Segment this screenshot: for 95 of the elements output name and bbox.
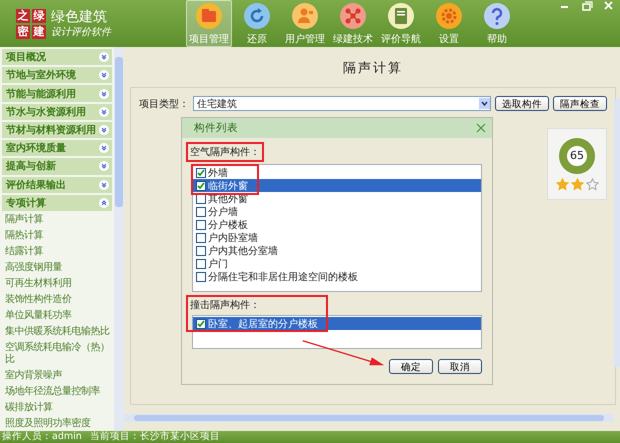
checkbox[interactable] bbox=[196, 168, 206, 178]
sidebar-item[interactable]: 集中供暖系统耗电输热比 bbox=[2, 324, 112, 339]
sidebar-item[interactable]: 可再生材料利用 bbox=[2, 276, 112, 291]
chevron-down-icon bbox=[99, 143, 109, 154]
sidebar-item[interactable]: 装饰性构件造价 bbox=[2, 292, 112, 307]
sidebar-group[interactable]: 节材与材料资源利用 bbox=[2, 122, 112, 138]
toolbar-button[interactable]: 项目管理 bbox=[186, 0, 232, 47]
folder-icon bbox=[195, 2, 223, 30]
network-icon bbox=[339, 2, 367, 30]
score-ring: 65 bbox=[559, 138, 595, 174]
highlight-box bbox=[191, 164, 259, 195]
checkbox[interactable] bbox=[196, 206, 206, 216]
page-title: 隔声计算 bbox=[342, 60, 404, 78]
checkbox[interactable] bbox=[196, 258, 206, 268]
item-label: 外墙 bbox=[208, 166, 228, 180]
item-label: 分户楼板 bbox=[208, 218, 248, 232]
chevron-down-icon bbox=[99, 52, 109, 62]
chevron-down-icon bbox=[99, 124, 109, 135]
book-icon bbox=[387, 2, 415, 30]
list-item[interactable]: 户内其他分室墙 bbox=[193, 244, 481, 257]
item-label: 分户墙 bbox=[208, 206, 238, 218]
scrollbar[interactable] bbox=[124, 414, 614, 422]
sidebar-group[interactable]: 提高与创新 bbox=[2, 158, 112, 175]
star-icon bbox=[586, 178, 598, 190]
sidebar-group[interactable]: 专项计算 bbox=[2, 194, 112, 211]
scrollbar[interactable] bbox=[614, 99, 620, 367]
checkbox[interactable] bbox=[196, 232, 206, 242]
checkbox[interactable] bbox=[196, 246, 206, 256]
sidebar-item[interactable]: 碳排放计算 bbox=[2, 400, 112, 415]
sidebar-group[interactable]: 评价结果输出 bbox=[2, 176, 112, 193]
list-item[interactable]: 分隔住宅和非居住用途空间的楼板 bbox=[193, 270, 481, 283]
help-icon bbox=[483, 2, 511, 30]
dialog-button[interactable]: 确定 bbox=[389, 359, 433, 374]
star-icon bbox=[556, 178, 568, 190]
list-item[interactable]: 临街外窗 bbox=[193, 179, 481, 192]
checkbox[interactable] bbox=[196, 220, 206, 230]
sidebar-item[interactable]: 室内背景噪声 bbox=[2, 368, 112, 383]
toolbar-button[interactable]: 用户管理 bbox=[282, 0, 328, 47]
item-label: 分隔住宅和非居住用途空间的楼板 bbox=[208, 270, 358, 284]
chevron-down-icon bbox=[99, 180, 109, 190]
user-icon bbox=[291, 2, 319, 30]
toolbar-button[interactable]: 还原 bbox=[234, 0, 280, 47]
sidebar-group[interactable]: 项目概况 bbox=[2, 49, 112, 66]
item-label: 户内其他分室墙 bbox=[208, 244, 278, 258]
sidebar-group[interactable]: 节水与水资源利用 bbox=[2, 104, 112, 120]
item-label: 临街外窗 bbox=[208, 180, 248, 192]
sidebar-item[interactable]: 场地年径流总量控制率 bbox=[2, 384, 112, 399]
sidebar-item[interactable]: 照度及照明功率密度 bbox=[2, 416, 112, 431]
field-label: 项目类型： bbox=[139, 98, 189, 110]
dialog-title: 构件列表 bbox=[194, 121, 238, 135]
app-subtitle: 设计评价软件 bbox=[51, 26, 111, 38]
toolbar-button[interactable]: 评价导航 bbox=[378, 0, 424, 47]
list-item[interactable]: 卧室、起居室的分户楼板 bbox=[193, 317, 481, 330]
item-label: 户内卧室墙 bbox=[208, 232, 258, 244]
toolbar-button[interactable]: 绿建技术 bbox=[330, 0, 376, 47]
sidebar-group[interactable]: 室内环境质量 bbox=[2, 140, 112, 156]
chevron-up-icon bbox=[99, 198, 109, 208]
app-title: 绿色建筑 bbox=[51, 8, 108, 24]
restore-icon[interactable] bbox=[580, 0, 594, 12]
toolbar-button[interactable]: 帮助 bbox=[474, 0, 520, 47]
chevron-down-icon bbox=[99, 106, 109, 117]
settings-icon bbox=[435, 2, 463, 30]
checkbox[interactable] bbox=[196, 180, 206, 190]
scrollbar[interactable] bbox=[114, 47, 124, 431]
sidebar-group[interactable]: 节地与室外环境 bbox=[2, 67, 112, 84]
project-text: 当前项目：长沙市某小区项目 bbox=[90, 431, 220, 443]
star-icon bbox=[570, 178, 584, 190]
list-item[interactable]: 户门 bbox=[193, 257, 481, 270]
section-label: 撞击隔声构件： bbox=[189, 298, 260, 313]
list-item[interactable]: 分户墙 bbox=[193, 205, 481, 218]
section-label: 空气隔声构件： bbox=[190, 146, 260, 160]
sidebar-group[interactable]: 节能与能源利用 bbox=[2, 85, 112, 102]
sidebar-item[interactable]: 空调系统耗电输冷（热）比 bbox=[2, 340, 112, 367]
action-button[interactable]: 隔声检查 bbox=[553, 96, 607, 111]
sidebar-item[interactable]: 结露计算 bbox=[2, 244, 112, 259]
list-item[interactable]: 外墙 bbox=[193, 166, 481, 179]
refresh-icon bbox=[243, 2, 271, 30]
operator-text: 操作人员：admin bbox=[2, 431, 82, 443]
sidebar-item[interactable]: 单位风量耗功率 bbox=[2, 308, 112, 323]
chevron-down-icon bbox=[99, 161, 109, 172]
item-label: 卧室、起居室的分户楼板 bbox=[208, 318, 318, 330]
checkbox[interactable] bbox=[196, 272, 206, 282]
sidebar-item[interactable]: 隔声计算 bbox=[2, 212, 112, 227]
dialog-button[interactable]: 取消 bbox=[438, 359, 482, 374]
toolbar-button[interactable]: 设置 bbox=[426, 0, 472, 47]
list-item[interactable]: 户内卧室墙 bbox=[193, 231, 481, 244]
chevron-down-icon bbox=[99, 70, 109, 80]
project-type-dropdown[interactable]: 住宅建筑 bbox=[193, 96, 491, 111]
checkbox[interactable] bbox=[196, 318, 206, 328]
sidebar-item[interactable]: 高强度钢用量 bbox=[2, 260, 112, 275]
sidebar-item[interactable]: 隔热计算 bbox=[2, 228, 112, 243]
item-label: 户门 bbox=[208, 258, 228, 270]
action-button[interactable]: 选取构件 bbox=[495, 96, 549, 111]
chevron-down-icon bbox=[99, 88, 109, 99]
list-item[interactable]: 分户楼板 bbox=[193, 218, 481, 231]
